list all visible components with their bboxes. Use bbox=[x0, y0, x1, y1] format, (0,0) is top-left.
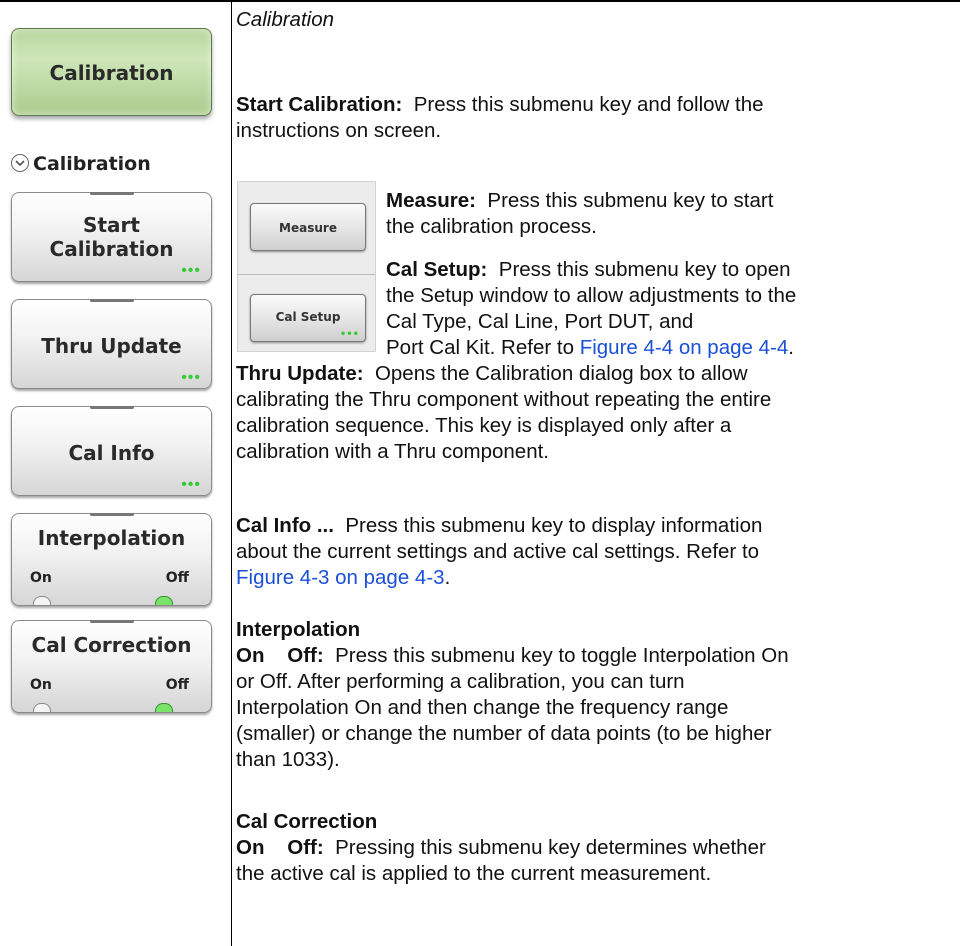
divider bbox=[238, 274, 375, 275]
key-notch bbox=[90, 513, 134, 516]
desc-text: . bbox=[788, 336, 794, 359]
term: Measure: bbox=[386, 189, 477, 212]
desc-text: (smaller) or change the number of data p… bbox=[236, 722, 772, 745]
figure-4-4-link[interactable]: Figure 4-4 on page 4-4 bbox=[580, 336, 789, 359]
cal-setup-button-label: Cal Setup bbox=[275, 310, 341, 324]
thru-update-key[interactable]: Thru Update ••• bbox=[11, 299, 212, 389]
column-divider bbox=[231, 2, 232, 946]
desc-text: Press this submenu key to open bbox=[498, 258, 791, 281]
submenu-title-text: Calibration bbox=[33, 153, 151, 175]
term: Cal Setup: bbox=[386, 258, 488, 281]
key-notch bbox=[90, 620, 134, 623]
key-notch bbox=[90, 192, 134, 195]
cal-setup-desc: Cal Setup: Press this submenu key to ope… bbox=[386, 257, 796, 361]
toggle-off-label: Off bbox=[165, 570, 189, 586]
on-indicator-icon bbox=[33, 703, 51, 712]
desc-text: instructions on screen. bbox=[236, 119, 442, 142]
cal-correction-label: Cal Correction bbox=[31, 633, 192, 657]
desc-text: Pressing this submenu key determines whe… bbox=[335, 836, 766, 859]
desc-text: the active cal is applied to the current… bbox=[236, 862, 712, 885]
desc-text: Port Cal Kit. Refer to bbox=[386, 336, 580, 359]
submenu-title: Calibration bbox=[11, 153, 151, 175]
term: Thru Update: bbox=[236, 362, 364, 385]
desc-text: about the current settings and active ca… bbox=[236, 540, 760, 563]
interpolation-label: Interpolation bbox=[37, 526, 186, 550]
desc-text: Press this submenu key to display inform… bbox=[345, 514, 763, 537]
cal-info-key[interactable]: Cal Info ••• bbox=[11, 406, 212, 496]
term: On Off: bbox=[236, 644, 324, 667]
desc-text: Press this submenu key and follow the bbox=[413, 93, 764, 116]
desc-text: the Setup window to allow adjustments to… bbox=[386, 284, 797, 307]
toggle-on-label: On bbox=[30, 677, 52, 693]
more-options-icon: ••• bbox=[181, 476, 201, 493]
calibration-main-key-label: Calibration bbox=[49, 61, 174, 85]
measure-button[interactable]: Measure bbox=[250, 203, 366, 251]
desc-text: or Off. After performing a calibration, … bbox=[236, 670, 685, 693]
cal-info-label: Cal Info bbox=[68, 441, 155, 465]
chevron-down-icon bbox=[11, 154, 29, 172]
figure-caption: Calibration bbox=[236, 8, 334, 31]
cal-info-desc: Cal Info ... Press this submenu key to d… bbox=[236, 513, 762, 591]
key-notch bbox=[90, 406, 134, 409]
desc-text: Press this submenu key to start bbox=[487, 189, 774, 212]
key-notch bbox=[90, 299, 134, 302]
off-indicator-icon bbox=[155, 703, 173, 712]
desc-text: Cal Type, Cal Line, Port DUT, and bbox=[386, 310, 694, 333]
toggle-on-label: On bbox=[30, 570, 52, 586]
desc-text: calibration sequence. This key is displa… bbox=[236, 414, 732, 437]
start-calibration-label-2: Calibration bbox=[49, 237, 174, 261]
calibration-main-key[interactable]: Calibration bbox=[11, 28, 212, 116]
cal-setup-submenu-image: Measure Cal Setup ••• bbox=[237, 181, 376, 352]
term: Cal Info ... bbox=[236, 514, 334, 537]
desc-text: the calibration process. bbox=[386, 215, 597, 238]
measure-desc: Measure: Press this submenu key to start… bbox=[386, 188, 773, 240]
section-heading: Interpolation bbox=[236, 618, 361, 641]
cal-correction-toggle-key[interactable]: Cal Correction On Off bbox=[11, 620, 212, 713]
term: Start Calibration: bbox=[236, 93, 403, 116]
off-indicator-icon bbox=[155, 596, 173, 605]
desc-text: calibrating the Thru component without r… bbox=[236, 388, 772, 411]
more-options-icon: ••• bbox=[181, 369, 201, 386]
desc-text: Interpolation On and then change the fre… bbox=[236, 696, 729, 719]
toggle-off-label: Off bbox=[165, 677, 189, 693]
section-heading: Cal Correction bbox=[236, 810, 378, 833]
measure-button-label: Measure bbox=[279, 221, 337, 235]
calibration-menu: Calibration Calibration Start Calibratio… bbox=[0, 0, 231, 946]
desc-text: than 1033). bbox=[236, 748, 340, 771]
interpolation-toggle-key[interactable]: Interpolation On Off bbox=[11, 513, 212, 606]
desc-text: . bbox=[444, 566, 451, 589]
desc-text: calibration with a Thru component. bbox=[236, 440, 549, 463]
on-indicator-icon bbox=[33, 596, 51, 605]
cal-correction-desc: Cal Correction On Off: Pressing this sub… bbox=[236, 809, 766, 887]
more-options-icon: ••• bbox=[181, 262, 201, 279]
figure-4-3-link[interactable]: Figure 4-3 on page 4-3 bbox=[236, 566, 445, 589]
thru-update-desc: Thru Update: Opens the Calibration dialo… bbox=[236, 361, 771, 465]
term: On Off: bbox=[236, 836, 324, 859]
thru-update-label: Thru Update bbox=[41, 334, 182, 358]
start-calibration-label-1: Start bbox=[83, 213, 140, 237]
desc-text: Opens the Calibration dialog box to allo… bbox=[374, 362, 748, 385]
start-calibration-desc: Start Calibration: Press this submenu ke… bbox=[236, 92, 764, 144]
cal-setup-button[interactable]: Cal Setup ••• bbox=[250, 294, 366, 342]
interpolation-desc: Interpolation On Off: Press this submenu… bbox=[236, 617, 789, 773]
start-calibration-key[interactable]: Start Calibration ••• bbox=[11, 192, 212, 282]
more-options-icon: ••• bbox=[339, 329, 359, 340]
desc-text: Press this submenu key to toggle Interpo… bbox=[335, 644, 789, 667]
